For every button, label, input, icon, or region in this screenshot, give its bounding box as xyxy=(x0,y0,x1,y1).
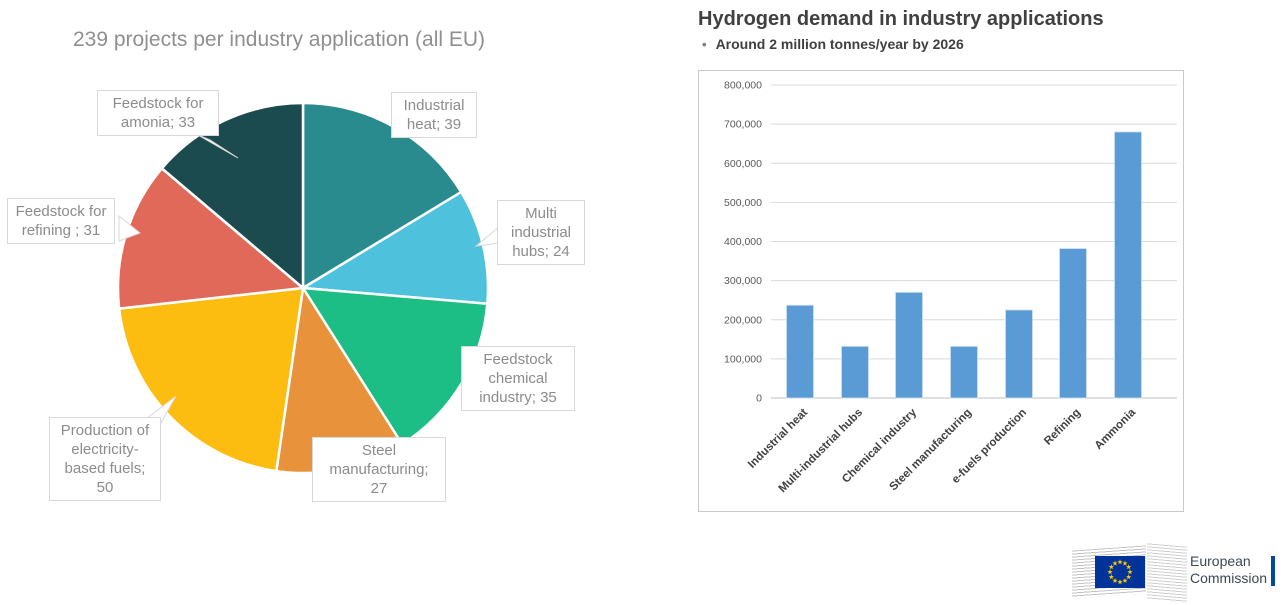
y-axis-tick-800000: 800,000 xyxy=(724,80,762,92)
bar-chart-title: Hydrogen demand in industry applications xyxy=(698,8,1104,31)
ec-logo-line1: European xyxy=(1190,553,1267,570)
ec-accent-bar xyxy=(1271,556,1275,586)
pie-label-steel-manufacturing: Steel manufacturing; 27 xyxy=(312,437,446,502)
bar-chart: 0 100,000 200,000 300,000 400,000 500,000 600,… xyxy=(699,71,1181,509)
y-axis-tick-100000: 100,000 xyxy=(724,353,762,365)
ec-logo-streaks-right xyxy=(1147,543,1187,602)
bar-refining xyxy=(1060,249,1087,398)
bar-ammonia xyxy=(1115,132,1142,398)
pie-label-feedstock-chemical-industry: Feedstock chemical industry; 35 xyxy=(461,346,575,411)
pie-chart xyxy=(0,0,640,605)
y-axis-tick-200000: 200,000 xyxy=(724,314,762,326)
bar-chart-frame: 0 100,000 200,000 300,000 400,000 500,000 600,… xyxy=(698,70,1184,512)
pie-label-feedstock-for-amonia: Feedstock for amonia; 33 xyxy=(97,90,219,136)
ec-logo: European Commission xyxy=(1070,543,1283,605)
pie-label-production-of-electricity-based-fuels: Production of electricity-based fuels; 5… xyxy=(49,417,161,501)
bar-chart-subtitle-text: Around 2 million tonnes/year by 2026 xyxy=(716,36,964,52)
bar-steel-manufacturing xyxy=(951,346,978,398)
x-axis-label-refining: Refining xyxy=(1042,407,1083,448)
y-axis-tick-400000: 400,000 xyxy=(724,236,762,248)
bar-chart-subtitle: • Around 2 million tonnes/year by 2026 xyxy=(702,36,964,52)
pie-label-industrial-heat: Industrial heat; 39 xyxy=(391,92,477,138)
ec-logo-line2: Commission xyxy=(1190,570,1267,587)
y-axis-tick-600000: 600,000 xyxy=(724,158,762,170)
slide: 239 projects per industry application (a… xyxy=(0,0,1283,605)
bar-chemical-industry xyxy=(896,292,923,398)
eu-flag-icon xyxy=(1095,556,1145,588)
y-axis-tick-500000: 500,000 xyxy=(724,197,762,209)
bar-industrial-heat xyxy=(787,305,814,398)
y-axis-tick-300000: 300,000 xyxy=(724,275,762,287)
x-axis-label-industrial-heat: Industrial heat xyxy=(746,407,810,471)
y-axis-tick-0: 0 xyxy=(756,393,762,405)
pie-label-feedstock-for-refining: Feedstock for refining ; 31 xyxy=(7,198,115,244)
pie-label-multi-industrial-hubs: Multi industrial hubs; 24 xyxy=(497,200,585,265)
x-axis-label-ammonia: Ammonia xyxy=(1093,406,1139,452)
ec-logo-text: European Commission xyxy=(1190,553,1267,587)
y-axis-tick-700000: 700,000 xyxy=(724,119,762,131)
bar-e-fuels-production xyxy=(1006,310,1033,398)
bar-multi-industrial-hubs xyxy=(842,346,869,398)
bullet-icon: • xyxy=(702,37,707,52)
